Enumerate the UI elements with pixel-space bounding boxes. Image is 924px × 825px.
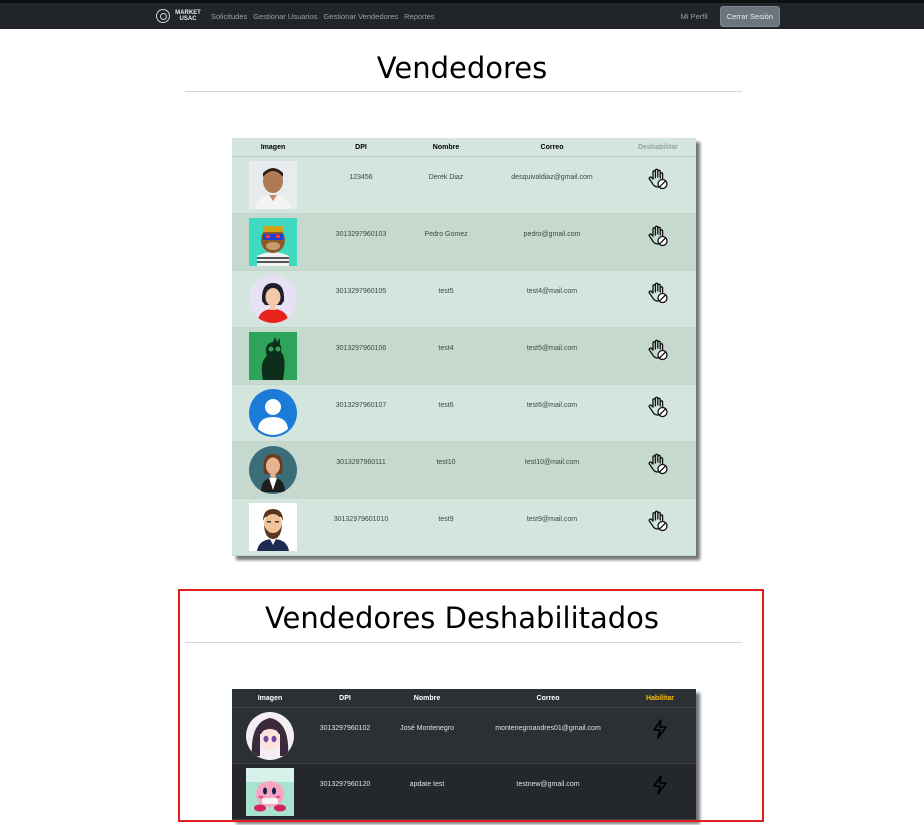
cell-nombre: test10 bbox=[436, 459, 456, 466]
cell-dpi: 123456 bbox=[349, 174, 373, 181]
cell-correo: test5@mail.com bbox=[526, 345, 578, 352]
logout-button[interactable]: Cerrar Sesión bbox=[719, 5, 780, 27]
avatar bbox=[249, 446, 297, 494]
title-divider bbox=[185, 91, 742, 92]
cell-nombre: test5 bbox=[438, 288, 454, 295]
col-header-nombre: Nombre bbox=[382, 689, 472, 708]
cell-dpi: 3013297960107 bbox=[335, 402, 387, 409]
table-row: 3013297960120 apdate test testnew@gmail.… bbox=[232, 763, 696, 820]
usac-seal-icon bbox=[156, 9, 170, 23]
avatar bbox=[246, 768, 294, 816]
cell-dpi: 30132979601010 bbox=[333, 516, 389, 523]
col-header-nombre: Nombre bbox=[408, 138, 484, 157]
col-header-imagen: Imagen bbox=[232, 138, 314, 157]
avatar bbox=[249, 332, 297, 380]
cell-nombre: José Montenegro bbox=[399, 725, 455, 732]
hand-disable-icon[interactable] bbox=[646, 338, 670, 364]
cell-nombre: test4 bbox=[438, 345, 454, 352]
table-row: 3013297960102 José Montenegro montenegro… bbox=[232, 708, 696, 764]
col-header-habilitar: Habilitar bbox=[624, 689, 696, 708]
hand-disable-icon[interactable] bbox=[646, 509, 670, 535]
nav-link-gestionar-usuarios[interactable]: Gestionar Usuarios bbox=[253, 12, 317, 21]
cell-dpi: 3013297960111 bbox=[336, 459, 386, 466]
cell-correo: test6@mail.com bbox=[526, 402, 578, 409]
cell-nombre: test6 bbox=[438, 402, 454, 409]
lightning-icon[interactable] bbox=[650, 774, 670, 798]
table-row: 3013297960105 test5 test4@mail.com bbox=[232, 271, 696, 328]
avatar bbox=[249, 275, 297, 323]
cell-dpi: 3013297960106 bbox=[335, 345, 387, 352]
cell-correo: testnew@gmail.com bbox=[516, 781, 580, 788]
cell-nombre: apdate test bbox=[409, 781, 445, 788]
section-divider bbox=[185, 642, 742, 643]
cell-correo: test10@mail.com bbox=[524, 459, 580, 466]
cell-correo: test4@mail.com bbox=[526, 288, 578, 295]
cell-dpi: 3013297960120 bbox=[319, 781, 371, 788]
cell-nombre: Pedro Gomez bbox=[424, 231, 468, 238]
hand-disable-icon[interactable] bbox=[646, 281, 670, 307]
section-title-disabled: Vendedores Deshabilitados bbox=[264, 601, 660, 635]
table-row: 123456 Derek Diaz desquivaldiaz@gmail.co… bbox=[232, 157, 696, 214]
hand-disable-icon[interactable] bbox=[646, 452, 670, 478]
avatar bbox=[249, 161, 297, 209]
hand-disable-icon[interactable] bbox=[646, 224, 670, 250]
cell-dpi: 3013297960102 bbox=[319, 725, 371, 732]
hand-disable-icon[interactable] bbox=[646, 167, 670, 193]
navbar: MARKET USAC Solicitudes Gestionar Usuari… bbox=[0, 0, 924, 29]
cell-correo: desquivaldiaz@gmail.com bbox=[511, 174, 593, 181]
nav-link-gestionar-vendedores[interactable]: Gestionar Vendedores bbox=[323, 12, 398, 21]
cell-dpi: 3013297960105 bbox=[335, 288, 387, 295]
table-row: 30132979601010 test9 test9@mail.com bbox=[232, 499, 696, 556]
nav-link-mi-perfil[interactable]: Mi Perfil bbox=[681, 12, 708, 21]
nav-link-solicitudes[interactable]: Solicitudes bbox=[211, 12, 247, 21]
page-title: Vendedores bbox=[376, 51, 548, 85]
brand-logo[interactable]: MARKET USAC bbox=[156, 9, 203, 23]
col-header-deshabilitar: Deshabilitar bbox=[620, 138, 696, 157]
cell-correo: montenegroandres01@gmail.com bbox=[495, 725, 601, 732]
table-row: 3013297960111 test10 test10@mail.com bbox=[232, 441, 696, 499]
col-header-imagen: Imagen bbox=[232, 689, 308, 708]
table-row: 3013297960106 test4 test5@mail.com bbox=[232, 327, 696, 385]
cell-nombre: Derek Diaz bbox=[428, 174, 464, 181]
col-header-correo: Correo bbox=[472, 689, 624, 708]
col-header-dpi: DPI bbox=[308, 689, 382, 708]
col-header-correo: Correo bbox=[484, 138, 620, 157]
avatar bbox=[249, 503, 297, 551]
cell-dpi: 3013297960103 bbox=[335, 231, 387, 238]
hand-disable-icon[interactable] bbox=[646, 395, 670, 421]
avatar bbox=[249, 389, 297, 437]
vendedores-deshabilitados-table: Imagen DPI Nombre Correo Habilitar 30132… bbox=[232, 689, 696, 820]
cell-correo: pedro@gmail.com bbox=[523, 231, 581, 238]
lightning-icon[interactable] bbox=[650, 718, 670, 742]
table-row: 3013297960103 Pedro Gomez pedro@gmail.co… bbox=[232, 213, 696, 271]
table-row: 3013297960107 test6 test6@mail.com bbox=[232, 385, 696, 442]
nav-link-reportes[interactable]: Reportes bbox=[404, 12, 434, 21]
avatar bbox=[246, 712, 294, 760]
cell-nombre: test9 bbox=[438, 516, 454, 523]
cell-correo: test9@mail.com bbox=[526, 516, 578, 523]
col-header-dpi: DPI bbox=[314, 138, 408, 157]
brand-text: MARKET USAC bbox=[175, 10, 201, 22]
vendedores-table: Imagen DPI Nombre Correo Deshabilitar 12… bbox=[232, 138, 696, 556]
avatar bbox=[249, 218, 297, 266]
